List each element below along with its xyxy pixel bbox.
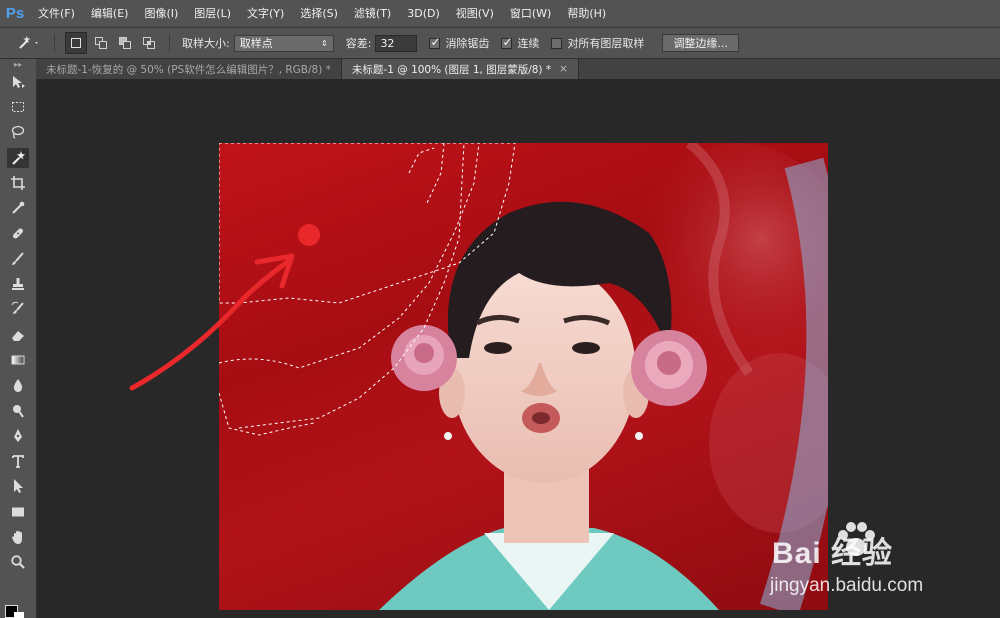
eraser-tool[interactable] [0,322,36,347]
menu-layer[interactable]: 图层(L) [186,0,239,27]
marquee-tool[interactable] [0,94,36,119]
menu-type[interactable]: 文字(Y) [239,0,292,27]
menu-window[interactable]: 窗口(W) [502,0,559,27]
contiguous-label: 连续 [517,37,540,50]
antialias-checkbox[interactable]: 消除锯齿 [429,35,489,51]
watermark-brand: Bai 经验 [772,537,894,570]
history-brush-tool[interactable] [0,297,36,322]
blur-tool-icon [13,379,23,393]
zoom-tool[interactable] [0,550,36,575]
color-swatches[interactable] [4,602,32,618]
path-selection-icon [14,479,23,494]
eyedropper-tool-icon [12,201,25,214]
sample-all-layers-label: 对所有图层取样 [567,37,645,50]
baidu-jingyan-watermark: Bai 经验 jingyan.baidu.com [764,520,964,610]
path-selection-tool[interactable] [0,474,36,499]
crop-tool[interactable] [0,170,36,195]
toolbox: ▸▸ [0,59,37,618]
rectangle-tool[interactable] [0,499,36,524]
pen-tool-icon [14,428,22,442]
rose-left [391,325,457,391]
magic-wand-tool-icon [12,150,25,165]
gradient-tool[interactable] [0,347,36,372]
menu-view[interactable]: 视图(V) [448,0,502,27]
separator [169,34,170,52]
sample-size-value: 取样点 [239,37,273,50]
intersect-selection-icon [143,37,155,49]
tolerance-input[interactable]: 32 [375,34,418,52]
menu-help[interactable]: 帮助(H) [559,0,614,27]
separator [54,34,55,52]
chevron-updown-icon: ⇕ [321,38,328,48]
crop-tool-icon [11,175,25,190]
rectangle-tool-icon [12,507,24,517]
toolbox-collapse-icon[interactable]: ▸▸ [0,59,36,69]
sample-all-layers-check-box[interactable] [551,37,563,49]
sample-all-layers-checkbox[interactable]: 对所有图层取样 [551,35,644,51]
type-tool[interactable] [0,448,36,473]
zoom-tool-icon [11,555,25,570]
subtract-selection-icon [119,37,131,49]
menu-select[interactable]: 选择(S) [292,0,346,27]
new-selection-button[interactable] [65,32,87,54]
rose-right [631,330,707,406]
dodge-tool-icon [13,404,24,418]
tab-label: 未标题-1-恢复的 @ 50% (PS软件怎么编辑图片？, RGB/8) * [46,63,331,76]
tab-label: 未标题-1 @ 100% (图层 1, 图层蒙版/8) * [351,63,552,76]
type-tool-icon [12,455,24,468]
brush-tool[interactable] [0,246,36,271]
lasso-tool-icon [11,126,25,139]
menu-image[interactable]: 图像(I) [136,0,186,27]
menu-bar: Ps 文件(F) 编辑(E) 图像(I) 图层(L) 文字(Y) 选择(S) 滤… [0,0,1000,28]
move-tool[interactable] [0,69,36,94]
eraser-tool-icon [12,330,24,341]
refine-edge-button[interactable]: 调整边缘... [662,34,739,52]
subtract-selection-button[interactable] [115,33,135,53]
menu-edit[interactable]: 编辑(E) [83,0,137,27]
menu-filter[interactable]: 滤镜(T) [346,0,399,27]
blur-tool[interactable] [0,373,36,398]
healing-brush-icon [13,228,23,239]
menu-3d[interactable]: 3D(D) [399,0,448,27]
gradient-tool-icon [11,355,25,365]
intersect-selection-button[interactable] [139,33,159,53]
new-selection-icon [71,38,81,48]
document-tab-strip: 未标题-1-恢复的 @ 50% (PS软件怎么编辑图片？, RGB/8) * 未… [36,59,1000,79]
annotation-arrow [129,253,295,391]
lasso-tool[interactable] [0,120,36,145]
clone-stamp-icon [12,278,24,291]
healing-brush-tool[interactable] [0,221,36,246]
add-to-selection-button[interactable] [91,33,111,53]
dodge-tool[interactable] [0,398,36,423]
hand-tool[interactable] [0,524,36,549]
antialias-label: 消除锯齿 [445,37,490,50]
tolerance-label: 容差: [345,37,372,50]
marquee-tool-icon [12,101,24,112]
pen-tool[interactable] [0,423,36,448]
watermark-url: jingyan.baidu.com [770,575,924,596]
eyedropper-tool[interactable] [0,195,36,220]
add-selection-icon [95,37,107,49]
magic-wand-icon [19,35,38,49]
close-icon[interactable]: × [559,63,568,75]
background-color-swatch[interactable] [14,612,24,618]
sample-size-label: 取样大小: [182,37,230,50]
clone-stamp-tool[interactable] [0,271,36,296]
menu-file[interactable]: 文件(F) [30,0,83,27]
document-tab[interactable]: 未标题-1-恢复的 @ 50% (PS软件怎么编辑图片？, RGB/8) * [36,59,342,79]
brush-tool-icon [12,252,24,265]
tool-preset-picker[interactable] [14,33,44,53]
antialias-check-box[interactable] [429,35,441,49]
magic-wand-tool[interactable] [0,145,36,170]
photoshop-logo: Ps [5,5,25,22]
document-tab-active[interactable]: 未标题-1 @ 100% (图层 1, 图层蒙版/8) * × [341,59,579,79]
hand-tool-icon [12,530,22,544]
move-tool-icon [13,75,25,88]
contiguous-check-box[interactable] [501,35,513,49]
history-brush-icon [11,302,24,315]
options-bar: 取样大小: 取样点 ⇕ 容差: 32 消除锯齿 连续 对所有图层取样 调整边缘.… [0,28,1000,59]
sample-size-select[interactable]: 取样点 ⇕ [233,34,334,52]
contiguous-checkbox[interactable]: 连续 [501,35,539,51]
